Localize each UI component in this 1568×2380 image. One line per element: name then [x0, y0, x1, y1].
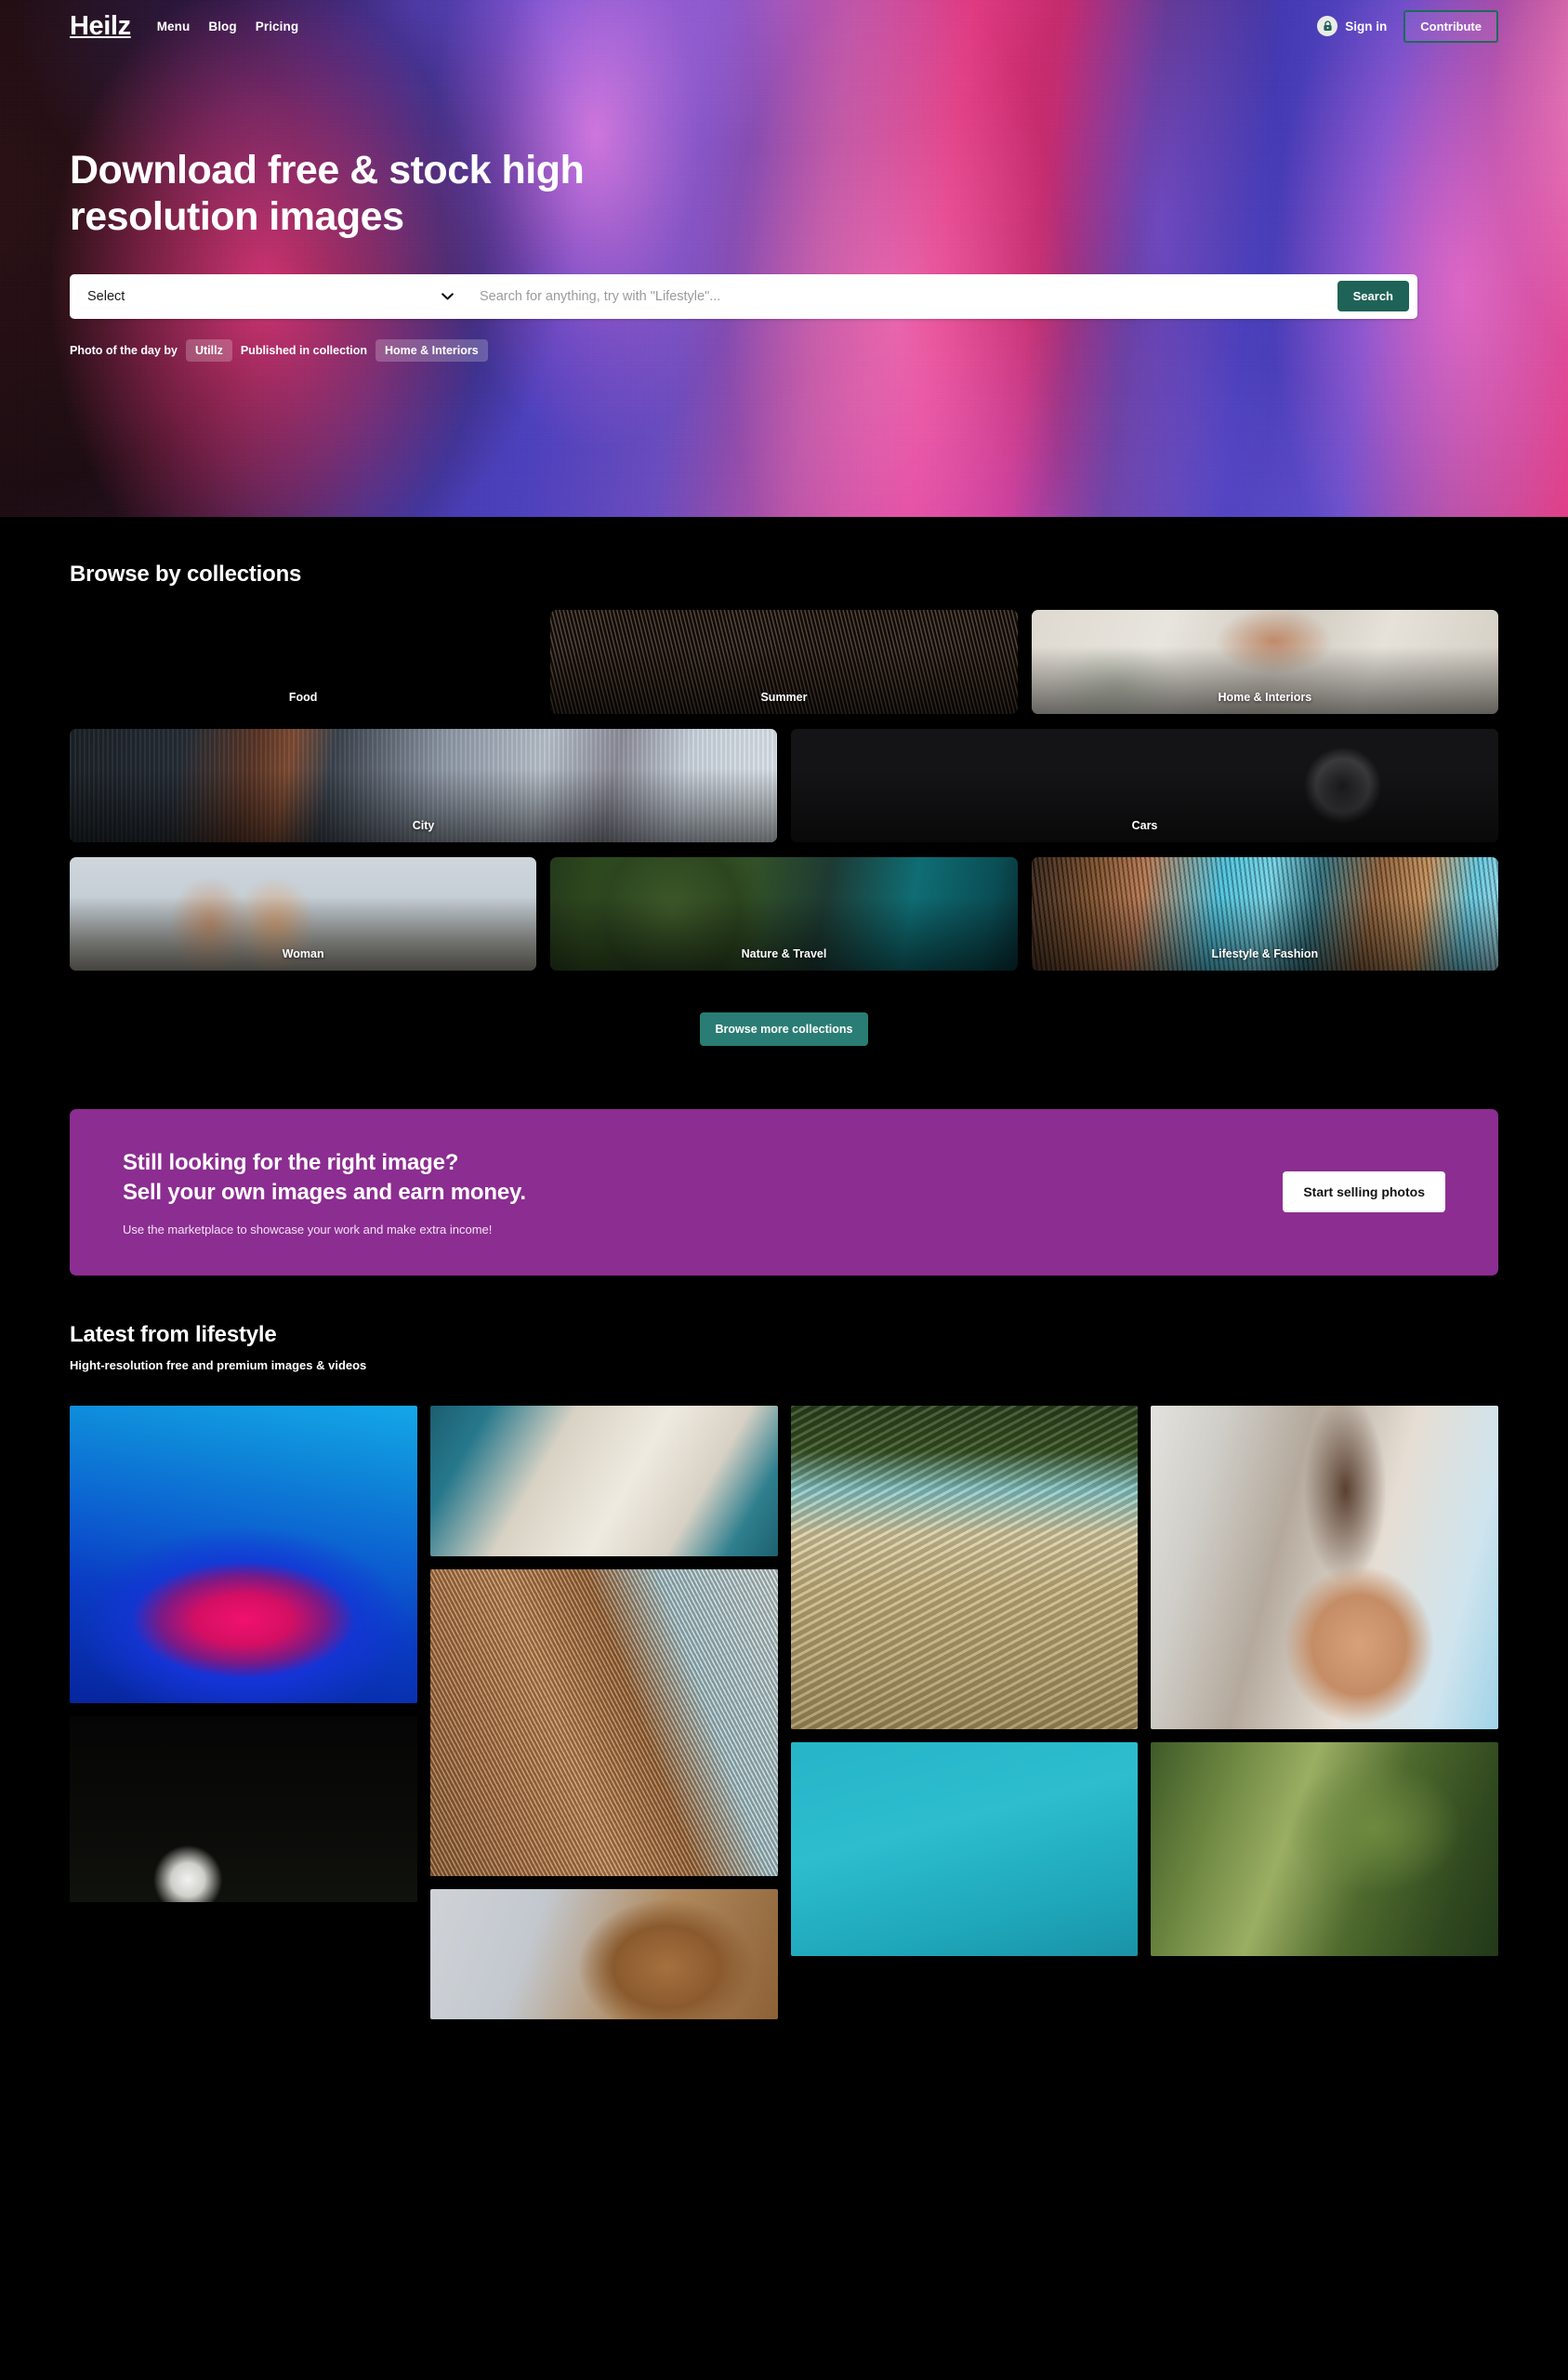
hero-title: Download free & stock high resolution im…	[70, 148, 585, 239]
photo-thumbnail[interactable]	[70, 1715, 417, 1902]
collection-tile-cars[interactable]: Cars	[791, 729, 1498, 842]
masonry-column-2	[429, 1405, 778, 2019]
search-input[interactable]	[474, 273, 1337, 319]
photo-masonry-grid	[70, 1405, 1498, 2019]
photo-of-the-day-strip: Photo of the day by Utillz Published in …	[70, 338, 1498, 362]
contribute-button[interactable]: Contribute	[1403, 9, 1498, 43]
category-select-wrapper[interactable]: Select	[70, 273, 474, 319]
collections-row-1: Food Summer Home & Interiors	[70, 610, 1498, 714]
collection-tile-label: Summer	[760, 691, 808, 704]
potd-author-chip[interactable]: Utillz	[185, 338, 232, 362]
collection-tile-summer[interactable]: Summer	[550, 610, 1018, 714]
photo-thumbnail[interactable]	[429, 1888, 778, 2019]
potd-middle: Published in collection	[240, 343, 367, 357]
collections-section: Browse by collections Food Summer Home &…	[0, 517, 1568, 1046]
promo-text-block: Still looking for the right image? Sell …	[123, 1148, 1283, 1236]
collection-tile-label: City	[412, 819, 435, 832]
promo-heading-line-1: Still looking for the right image?	[123, 1150, 459, 1175]
promo-subtitle: Use the marketplace to showcase your wor…	[123, 1222, 493, 1236]
search-button[interactable]: Search	[1337, 281, 1409, 312]
site-logo[interactable]: Heilz	[70, 11, 131, 42]
search-bar: Select Search	[70, 273, 1417, 319]
photo-thumbnail[interactable]	[429, 1405, 778, 1556]
latest-section: Latest from lifestyle Hight-resolution f…	[0, 1275, 1568, 2019]
masonry-column-1	[70, 1405, 417, 2019]
collection-tile-label: Food	[288, 691, 318, 704]
lock-icon	[1317, 16, 1338, 36]
promo-heading-line-2: Sell your own images and earn money.	[123, 1179, 526, 1205]
nav-item-pricing[interactable]: Pricing	[256, 20, 298, 33]
latest-title: Latest from lifestyle	[70, 1321, 277, 1347]
photo-thumbnail[interactable]	[429, 1568, 778, 1876]
promo-section: Still looking for the right image? Sell …	[0, 1109, 1568, 1276]
sign-in-label: Sign in	[1345, 19, 1388, 33]
category-select[interactable]: Select	[87, 273, 474, 319]
browse-more-wrapper: Browse more collections	[70, 1012, 1498, 1046]
photo-thumbnail[interactable]	[70, 1405, 417, 1703]
collection-tile-city[interactable]: City	[70, 729, 777, 842]
collection-tile-label: Home & Interiors	[1218, 691, 1312, 704]
nav-item-blog[interactable]: Blog	[208, 20, 236, 33]
photo-thumbnail[interactable]	[790, 1405, 1139, 1729]
promo-banner: Still looking for the right image? Sell …	[70, 1109, 1498, 1276]
hero-content: Download free & stock high resolution im…	[0, 148, 1568, 362]
collections-row-3: Woman Nature & Travel Lifestyle & Fashio…	[70, 857, 1498, 971]
collection-tile-label: Nature & Travel	[741, 947, 827, 960]
collection-tile-lifestyle-fashion[interactable]: Lifestyle & Fashion	[1031, 857, 1498, 971]
nav-links: Menu Blog Pricing	[157, 20, 299, 33]
collection-tile-woman[interactable]: Woman	[70, 857, 537, 971]
top-navigation-bar: Heilz Menu Blog Pricing Sign in Contribu…	[0, 0, 1568, 52]
promo-heading: Still looking for the right image? Sell …	[123, 1148, 1283, 1208]
collection-tile-nature-travel[interactable]: Nature & Travel	[550, 857, 1018, 971]
collection-tile-food[interactable]: Food	[70, 610, 537, 714]
potd-collection-chip[interactable]: Home & Interiors	[375, 338, 488, 362]
collection-tile-label: Cars	[1131, 819, 1158, 832]
nav-right-actions: Sign in Contribute	[1317, 9, 1498, 43]
masonry-column-4	[1151, 1405, 1498, 2019]
hero-section: Heilz Menu Blog Pricing Sign in Contribu…	[0, 0, 1568, 517]
start-selling-photos-button[interactable]: Start selling photos	[1283, 1171, 1445, 1213]
collections-title: Browse by collections	[70, 562, 302, 587]
collection-tile-home-interiors[interactable]: Home & Interiors	[1031, 610, 1498, 714]
potd-prefix: Photo of the day by	[70, 343, 178, 357]
photo-thumbnail[interactable]	[1151, 1741, 1498, 1956]
browse-more-collections-button[interactable]: Browse more collections	[699, 1012, 869, 1046]
photo-thumbnail[interactable]	[1151, 1405, 1498, 1729]
sign-in-link[interactable]: Sign in	[1317, 16, 1387, 36]
collection-tile-label: Lifestyle & Fashion	[1211, 947, 1319, 960]
collections-row-2: City Cars	[70, 729, 1498, 842]
collection-tile-label: Woman	[282, 947, 324, 960]
latest-subtitle: Hight-resolution free and premium images…	[70, 1357, 367, 1372]
masonry-column-3	[790, 1405, 1139, 2019]
photo-thumbnail[interactable]	[790, 1741, 1139, 1956]
nav-item-menu[interactable]: Menu	[157, 20, 191, 33]
